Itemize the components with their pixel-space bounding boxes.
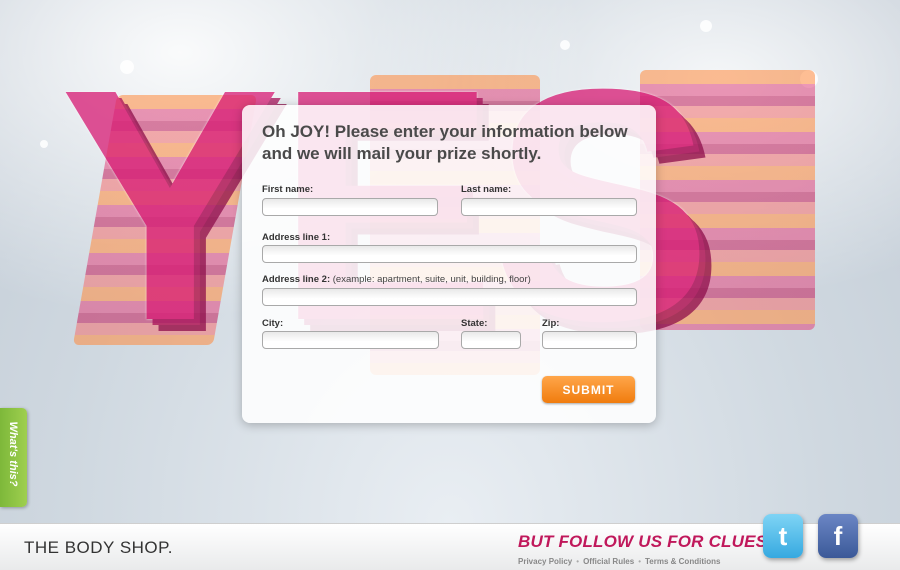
submit-button[interactable]: SUBMIT bbox=[542, 376, 635, 403]
zip-field[interactable] bbox=[542, 331, 637, 349]
prize-form: Oh JOY! Please enter your information be… bbox=[242, 105, 656, 423]
zip-label: Zip: bbox=[542, 318, 560, 329]
brand-logo[interactable]: THE BODY SHOP. bbox=[24, 538, 173, 558]
follow-us-text: BUT FOLLOW US FOR CLUES: bbox=[518, 532, 774, 551]
privacy-policy-link[interactable]: Privacy Policy bbox=[518, 557, 572, 566]
separator-dot: • bbox=[638, 557, 642, 566]
whats-this-tab[interactable]: What's this? bbox=[0, 408, 27, 507]
snowflake bbox=[40, 140, 48, 148]
state-field[interactable] bbox=[461, 331, 521, 349]
city-field[interactable] bbox=[262, 331, 439, 349]
form-headline: Oh JOY! Please enter your information be… bbox=[262, 122, 628, 163]
city-label: City: bbox=[262, 318, 284, 329]
address2-field[interactable] bbox=[262, 288, 637, 306]
address2-label-group: Address line 2: (example: apartment, sui… bbox=[262, 274, 531, 285]
footer-links: Privacy Policy • Official Rules • Terms & Co… bbox=[518, 557, 720, 566]
address2-hint: (example: apartment, suite, unit, buildi… bbox=[332, 274, 531, 285]
state-label: State: bbox=[461, 318, 488, 329]
footer: THE BODY SHOP. BUT FOLLOW US FOR CLUES: … bbox=[0, 514, 900, 570]
last-name-label: Last name: bbox=[461, 184, 512, 195]
whats-this-label: What's this? bbox=[7, 421, 19, 487]
separator-dot: • bbox=[576, 557, 580, 566]
official-rules-link[interactable]: Official Rules bbox=[583, 557, 634, 566]
first-name-label: First name: bbox=[262, 184, 314, 195]
address1-label: Address line 1: bbox=[262, 232, 331, 243]
last-name-field[interactable] bbox=[461, 198, 637, 216]
first-name-field[interactable] bbox=[262, 198, 438, 216]
address2-label: Address line 2: bbox=[262, 274, 331, 285]
facebook-icon[interactable]: f bbox=[818, 514, 858, 558]
address1-field[interactable] bbox=[262, 245, 637, 263]
terms-link[interactable]: Terms & Conditions bbox=[645, 557, 720, 566]
twitter-icon[interactable]: t bbox=[763, 514, 803, 558]
